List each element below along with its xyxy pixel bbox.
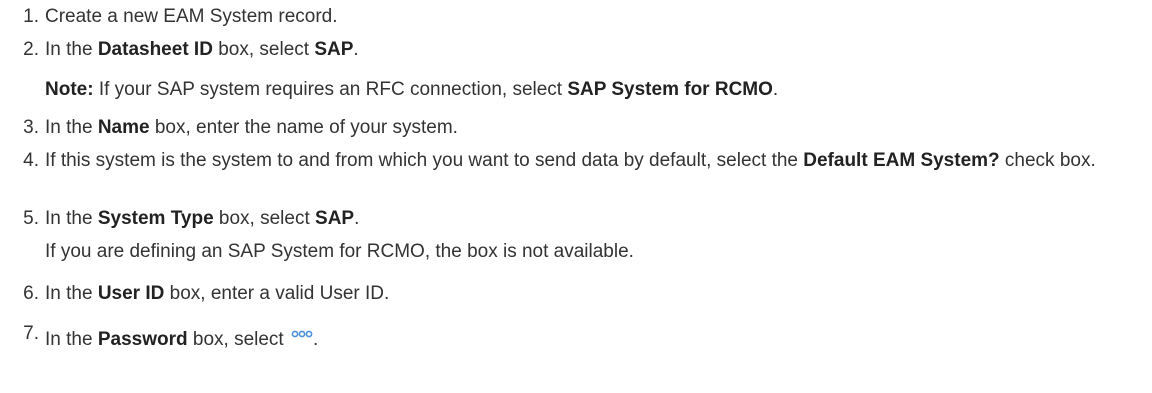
step-7: 7. In the Password box, select . bbox=[0, 321, 1152, 351]
step-5-subtext: If you are defining an SAP System for RC… bbox=[45, 241, 634, 262]
step-number: 1. bbox=[23, 6, 39, 27]
password-field-name: Password bbox=[97, 329, 188, 350]
sap-option-name: SAP bbox=[315, 208, 355, 229]
sap-option-name: SAP bbox=[314, 39, 354, 60]
step-6-post: box, enter a valid User ID. bbox=[164, 283, 390, 304]
step-1-text: Create a new EAM System record. bbox=[45, 6, 338, 27]
system-type-field-name: System Type bbox=[97, 208, 214, 229]
step-6: 6. In the User ID box, enter a valid Use… bbox=[0, 281, 1152, 321]
datasheet-id-field-name: Datasheet ID bbox=[97, 39, 213, 60]
user-id-field-name: User ID bbox=[97, 283, 165, 304]
step-4-pre: If this system is the system to and from… bbox=[45, 150, 804, 171]
step-number: 5. bbox=[23, 208, 39, 229]
step-5-mid: box, select bbox=[213, 208, 316, 229]
step-7-pre: In the bbox=[45, 329, 98, 350]
step-4-post: check box. bbox=[999, 150, 1096, 171]
note-post: . bbox=[772, 79, 779, 100]
step-number: 6. bbox=[23, 283, 39, 304]
step-2-pre: In the bbox=[45, 39, 98, 60]
step-text: In the Name box, enter the name of your … bbox=[45, 115, 1152, 148]
step-3-post: box, enter the name of your system. bbox=[149, 117, 458, 138]
step-5: 5. In the System Type box, select SAP. bbox=[0, 206, 1152, 239]
name-field-name: Name bbox=[97, 117, 150, 138]
step-text: In the Password box, select . bbox=[45, 321, 1152, 351]
step-number: 2. bbox=[23, 39, 39, 60]
procedure-document: 1. Create a new EAM System record. 2. In… bbox=[0, 0, 1152, 351]
step-2-post: . bbox=[353, 39, 359, 60]
step-text: In the User ID box, enter a valid User I… bbox=[45, 281, 1152, 321]
step-number: 7. bbox=[23, 323, 39, 344]
step-5-post: . bbox=[354, 208, 360, 229]
step-5-pre: In the bbox=[45, 208, 98, 229]
step-number: 3. bbox=[23, 117, 39, 138]
step-4: 4. If this system is the system to and f… bbox=[0, 148, 1152, 206]
default-eam-system-field-name: Default EAM System? bbox=[803, 150, 1000, 171]
note-label: Note: bbox=[45, 79, 94, 100]
step-3-pre: In the bbox=[45, 117, 98, 138]
step-text: If this system is the system to and from… bbox=[45, 148, 1152, 206]
note-paragraph: Note: If your SAP system requires an RFC… bbox=[45, 77, 1152, 115]
ellipsis-dots-icon bbox=[291, 321, 313, 347]
note-text: If your SAP system requires an RFC conne… bbox=[93, 79, 568, 100]
step-6-pre: In the bbox=[45, 283, 98, 304]
step-text: In the System Type box, select SAP. bbox=[45, 206, 1152, 239]
step-2-mid: box, select bbox=[212, 39, 315, 60]
rcmo-option-name: SAP System for RCMO bbox=[567, 79, 773, 100]
step-text: In the Datasheet ID box, select SAP. bbox=[45, 37, 1152, 77]
step-7-mid: box, select bbox=[187, 329, 289, 350]
step-7-post: . bbox=[312, 329, 319, 350]
step-3: 3. In the Name box, enter the name of yo… bbox=[0, 115, 1152, 148]
step-number: 4. bbox=[23, 150, 39, 171]
step-1: 1. Create a new EAM System record. bbox=[0, 4, 1152, 37]
step-2: 2. In the Datasheet ID box, select SAP. bbox=[0, 37, 1152, 77]
step-text: Create a new EAM System record. bbox=[45, 4, 1152, 37]
